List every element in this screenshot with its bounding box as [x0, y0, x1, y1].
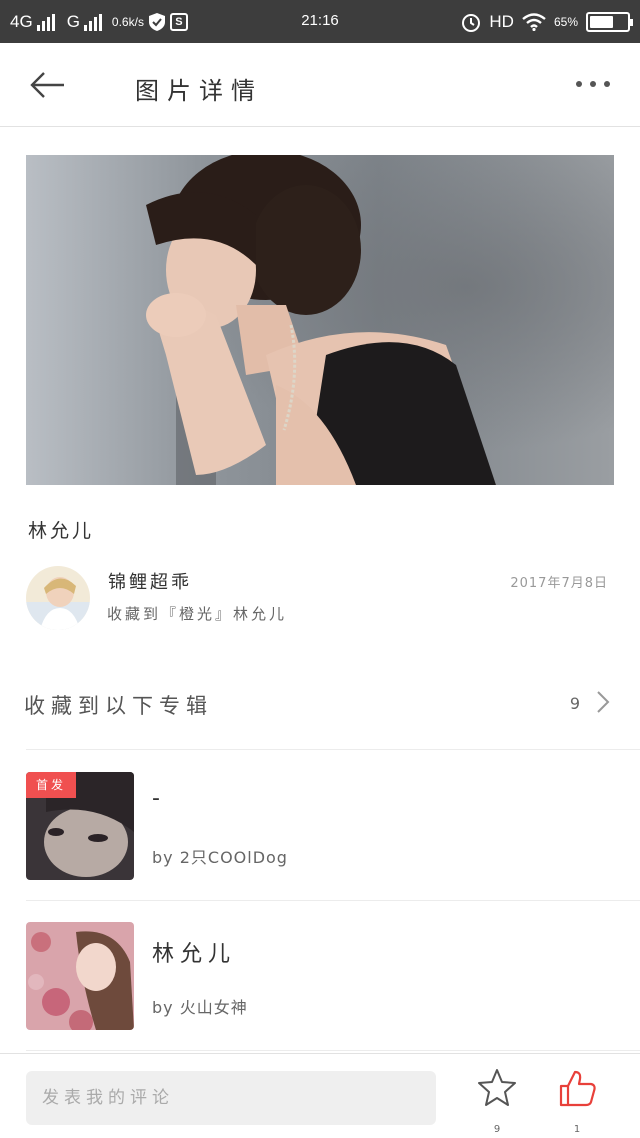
battery-percent: 65%: [553, 15, 578, 29]
more-dot: [604, 81, 610, 87]
portrait-illustration: [26, 155, 614, 485]
like-button[interactable]: 1: [554, 1066, 600, 1136]
album-cover-image: [26, 922, 134, 1030]
battery-icon: [586, 12, 633, 32]
chevron-right-icon: [597, 691, 610, 713]
photo-image[interactable]: [26, 155, 614, 485]
upload-date: 2017年7月8日: [510, 576, 608, 591]
avatar-image: [26, 566, 90, 630]
album-title: 林允儿: [152, 942, 237, 967]
alarm-icon: [462, 14, 481, 32]
album-author: by 火山女神: [152, 998, 248, 1017]
favorite-count: 9: [493, 1124, 501, 1135]
album-item[interactable]: 林允儿 by 火山女神: [0, 922, 640, 1032]
collected-to-album-text[interactable]: 收藏到『橙光』林允儿: [107, 603, 287, 624]
page-title: 图片详情: [135, 77, 263, 105]
comment-input[interactable]: [26, 1071, 436, 1125]
photo-title: 林允儿: [28, 520, 95, 542]
albums-count: 9: [569, 694, 580, 713]
uploader-name[interactable]: 锦鲤超乖: [108, 568, 192, 594]
album-cover: 首发: [26, 772, 134, 880]
avatar[interactable]: [26, 566, 90, 630]
battery-fill: [590, 16, 613, 28]
back-button[interactable]: [28, 65, 72, 105]
divider: [26, 749, 640, 750]
album-item[interactable]: 首发 - by 2只COOlDog: [0, 772, 640, 882]
albums-heading: 收藏到以下专辑: [24, 694, 213, 718]
status-bar: 4G G 0.6k/s S 21:16 HD 65%: [0, 0, 640, 43]
more-dot: [590, 81, 596, 87]
thumbs-up-icon: [559, 1070, 596, 1107]
status-right: HD 65%: [461, 10, 633, 34]
more-button[interactable]: [576, 81, 610, 87]
first-release-badge: 首发: [26, 772, 76, 798]
like-count: 1: [573, 1124, 581, 1135]
hd-label: HD: [489, 12, 514, 31]
bottom-bar: 9 1: [0, 1053, 640, 1138]
divider: [26, 1050, 640, 1051]
arrow-left-icon: [30, 72, 64, 98]
wifi-icon: [522, 13, 546, 31]
divider: [26, 900, 640, 901]
album-author: by 2只COOlDog: [152, 848, 288, 867]
album-title: -: [152, 786, 166, 811]
title-bar: 图片详情: [0, 43, 640, 127]
favorite-button[interactable]: 9: [474, 1066, 520, 1136]
star-icon: [478, 1069, 516, 1106]
more-dots-icon: [576, 81, 582, 87]
album-cover: [26, 922, 134, 1030]
